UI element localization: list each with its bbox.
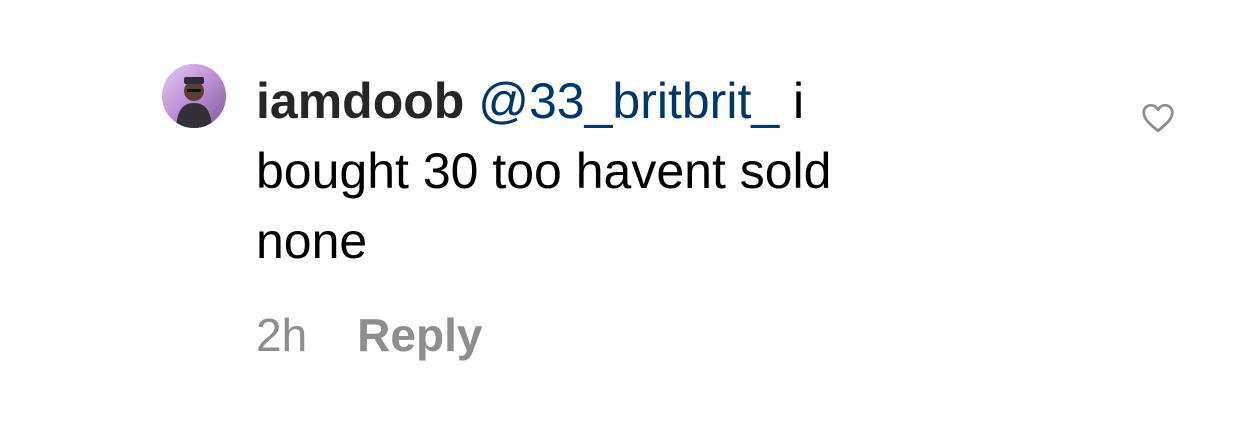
like-button[interactable]	[1140, 100, 1176, 136]
comment-mention[interactable]: @33_britbrit_	[478, 73, 779, 129]
avatar-image	[162, 64, 226, 128]
comment-row: iamdoob @33_britbrit_ i bought 30 too ha…	[0, 0, 1242, 441]
heart-outline-icon	[1142, 103, 1174, 133]
avatar[interactable]	[162, 64, 226, 128]
comment-username[interactable]: iamdoob	[256, 73, 464, 129]
reply-button[interactable]: Reply	[357, 308, 482, 362]
comment-text: iamdoob @33_britbrit_ i bought 30 too ha…	[256, 66, 956, 276]
comment-meta: 2h Reply	[256, 300, 482, 370]
comment-timestamp: 2h	[256, 309, 308, 361]
